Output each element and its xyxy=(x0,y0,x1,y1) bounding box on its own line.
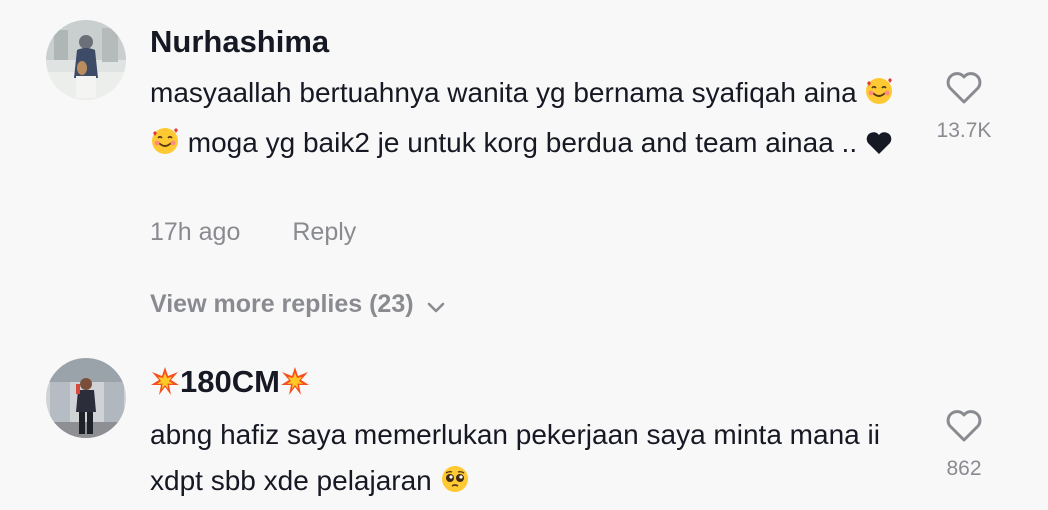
comment-text: abng hafiz saya memerlukan pekerjaan say… xyxy=(150,412,910,508)
smiling-face-with-hearts-icon xyxy=(150,124,180,170)
avatar[interactable] xyxy=(46,358,126,438)
username[interactable]: 180CM xyxy=(150,364,310,404)
collision-icon xyxy=(150,366,180,404)
comment-text-part-1: masyaallah bertuahnya wanita yg bernama … xyxy=(150,77,865,108)
like-count: 13.7K xyxy=(936,119,992,142)
heart-icon xyxy=(865,124,893,170)
smiling-face-with-hearts-icon xyxy=(864,74,894,120)
username[interactable]: Nurhashima xyxy=(150,24,329,60)
username-label: 180CM xyxy=(180,364,280,399)
like-button[interactable]: 862 xyxy=(930,408,998,481)
comment-text: masyaallah bertuahnya wanita yg bernama … xyxy=(150,70,910,170)
like-button[interactable]: 13.7K xyxy=(930,70,998,143)
reply-button[interactable]: Reply xyxy=(292,218,356,246)
comment-item: Nurhashima masyaallah bertuahnya wanita … xyxy=(0,0,1048,340)
timestamp: 17h ago xyxy=(150,218,241,246)
chevron-down-icon xyxy=(427,302,444,313)
comment-item: 180CM abng hafiz saya memerlukan pekerja… xyxy=(0,340,1048,510)
avatar[interactable] xyxy=(46,20,126,100)
view-more-replies-label: View more replies (23) xyxy=(150,290,414,318)
collision-icon xyxy=(280,366,310,404)
comment-meta: 17h ago Reply xyxy=(150,218,356,247)
view-more-replies-button[interactable]: View more replies (23) xyxy=(150,290,446,319)
heart-outline-icon xyxy=(946,410,982,442)
comment-text-body: abng hafiz saya memerlukan pekerjaan say… xyxy=(150,419,880,496)
pleading-face-icon xyxy=(440,462,470,508)
comment-text-part-2: moga yg baik2 je untuk korg berdua and t… xyxy=(180,127,865,158)
like-count: 862 xyxy=(946,457,982,480)
heart-outline-icon xyxy=(946,72,982,104)
